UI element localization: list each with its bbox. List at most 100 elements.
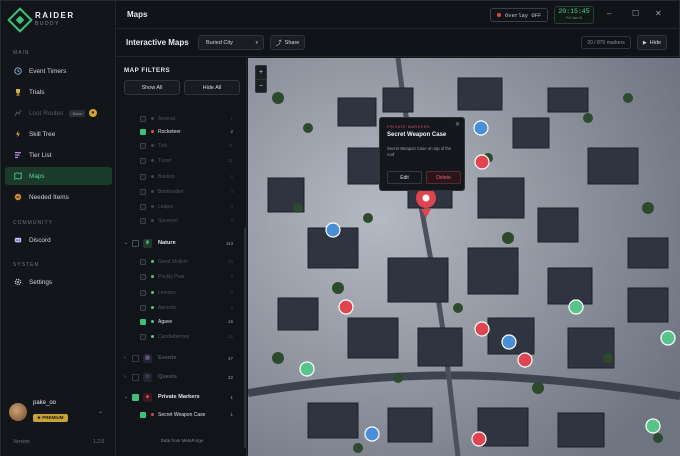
hide-all-button[interactable]: Hide All: [184, 80, 240, 95]
zoom-in-button[interactable]: +: [256, 66, 266, 79]
section-main: MAIN: [13, 50, 30, 56]
filter-row[interactable]: Apricots 5: [117, 301, 243, 314]
filter-group-quests[interactable]: › ☆ Quests 22: [117, 369, 243, 385]
map-canvas[interactable]: + − PRIVATE MARKERS Secret Weapon Case S…: [248, 58, 680, 456]
nav-loot-routes[interactable]: Loot Routes Soon ★: [5, 104, 112, 122]
delete-button[interactable]: Delete: [426, 171, 461, 184]
filter-row[interactable]: Bombardier 4: [117, 185, 243, 198]
filter-group-nature[interactable]: ⌄ ❦ Nature 113: [117, 235, 243, 251]
chevron-down-icon[interactable]: ⌄: [124, 394, 132, 400]
user-profile[interactable]: pake_oo ★ PREMIUM ⌄: [9, 399, 109, 425]
nav-label: Settings: [29, 278, 53, 286]
filter-row[interactable]: Rocketeer 2: [117, 125, 243, 138]
nav-event-timers[interactable]: Event Timers: [5, 62, 112, 80]
clock: 20:15:45 Fri Jun 8: [554, 6, 594, 24]
filter-group-events[interactable]: › ▦ Events 47: [117, 350, 243, 366]
filter-row[interactable]: Tick 11: [117, 139, 243, 152]
checkbox[interactable]: [140, 258, 146, 265]
nav-label: Tier List: [29, 151, 52, 159]
chevron-down-icon: ⌄: [97, 409, 103, 415]
hide-button[interactable]: ▶ Hide: [637, 35, 667, 50]
marker-count: 20 / 870 markers: [581, 36, 631, 49]
nav-discord[interactable]: Discord: [5, 231, 112, 249]
hide-label: Hide: [649, 39, 662, 46]
overlay-toggle[interactable]: Overlay OFF: [490, 8, 549, 22]
checkbox[interactable]: [140, 203, 146, 210]
nav-label: Skill Tree: [29, 130, 56, 138]
map-filters-panel: MAP FILTERS Show All Hide All Arsenal 1 R…: [117, 58, 247, 456]
map-toolbar: Interactive Maps Buried City ▾ ⤴ Share 2…: [117, 29, 680, 57]
checkbox[interactable]: [140, 217, 146, 224]
filter-row[interactable]: Agave 16: [117, 315, 243, 328]
checkbox[interactable]: [140, 128, 146, 135]
chevron-right-icon[interactable]: ›: [124, 374, 132, 380]
section-system: SYSTEM: [13, 262, 40, 268]
nav-needed-items[interactable]: Needed Items: [5, 188, 112, 206]
version-value: 1.2.0: [93, 439, 105, 445]
checkbox[interactable]: [140, 115, 146, 122]
popup-category: PRIVATE MARKERS: [387, 125, 431, 129]
filter-row[interactable]: Bastion 2: [117, 170, 243, 183]
marker-popup: PRIVATE MARKERS Secret Weapon Case Secre…: [379, 117, 465, 191]
checkbox[interactable]: [132, 354, 139, 362]
minimize-icon[interactable]: –: [607, 9, 611, 18]
checkbox[interactable]: [140, 142, 146, 149]
share-icon: ⤴: [275, 41, 282, 47]
sidebar: RAIDER BUDDY MAIN Event Timers Trials Lo…: [1, 1, 116, 456]
tier-list-icon: [14, 151, 22, 159]
route-icon: [14, 109, 22, 117]
checkbox[interactable]: [140, 173, 146, 180]
checkbox[interactable]: [132, 373, 139, 381]
nav-skill-tree[interactable]: Skill Tree: [5, 125, 112, 143]
data-source: Data from MetaForge: [160, 438, 204, 443]
avatar: [9, 403, 27, 421]
chevron-down-icon: ▾: [255, 39, 258, 46]
close-icon[interactable]: ✕: [655, 9, 662, 18]
close-icon[interactable]: ✕: [455, 121, 460, 128]
checkbox[interactable]: [140, 411, 146, 418]
share-label: Share: [284, 39, 300, 46]
nav-label: Event Timers: [29, 67, 67, 75]
nav-settings[interactable]: Settings: [5, 273, 112, 291]
filter-row[interactable]: Arsenal 1: [117, 112, 243, 125]
edit-button[interactable]: Edit: [387, 171, 422, 184]
status-dot-icon: [497, 13, 501, 17]
filter-row[interactable]: Lemons 3: [117, 286, 243, 299]
chevron-down-icon[interactable]: ⌄: [124, 240, 132, 246]
checkbox[interactable]: [140, 333, 146, 340]
filter-group-private-markers[interactable]: ⌄ ⬥ Private Markers 1: [117, 389, 243, 405]
maximize-icon[interactable]: ☐: [632, 9, 639, 18]
filters-scrollbar[interactable]: [244, 228, 246, 448]
popup-description: Secret Weapon Case on top of the roof: [387, 146, 452, 157]
zoom-controls: + −: [255, 65, 267, 93]
nav-trials[interactable]: Trials: [5, 83, 112, 101]
checkbox[interactable]: [140, 318, 146, 325]
checkbox[interactable]: [132, 239, 139, 247]
filter-row[interactable]: Candleberries 12: [117, 330, 243, 343]
show-all-button[interactable]: Show All: [124, 80, 180, 95]
checkbox[interactable]: [140, 273, 146, 280]
filter-row[interactable]: Secret Weapon Case 1: [117, 408, 243, 421]
filter-row[interactable]: Turret 11: [117, 154, 243, 167]
zoom-out-button[interactable]: −: [256, 79, 266, 93]
app-logo[interactable]: RAIDER BUDDY: [7, 7, 75, 33]
checkbox[interactable]: [132, 393, 139, 401]
nav-label: Trials: [29, 88, 45, 96]
checkbox[interactable]: [140, 188, 146, 195]
filter-row[interactable]: Great Mullein 20: [117, 255, 243, 268]
nav-tier-list[interactable]: Tier List: [5, 146, 112, 164]
soon-badge: Soon: [69, 109, 85, 117]
filter-row[interactable]: Prickly Pear 6: [117, 270, 243, 283]
clock-icon: [14, 67, 22, 75]
premium-badge: ★ PREMIUM: [33, 414, 68, 422]
nav-maps[interactable]: Maps: [5, 167, 112, 185]
checkbox[interactable]: [140, 157, 146, 164]
filter-row[interactable]: Surveyor 2: [117, 214, 243, 227]
chevron-right-icon[interactable]: ›: [124, 355, 132, 361]
checkbox[interactable]: [140, 304, 146, 311]
map-select[interactable]: Buried City ▾: [198, 35, 264, 50]
share-button[interactable]: ⤴ Share: [270, 35, 305, 50]
app-subname: BUDDY: [35, 21, 61, 27]
checkbox[interactable]: [140, 289, 146, 296]
filter-row[interactable]: Leaper 3: [117, 200, 243, 213]
